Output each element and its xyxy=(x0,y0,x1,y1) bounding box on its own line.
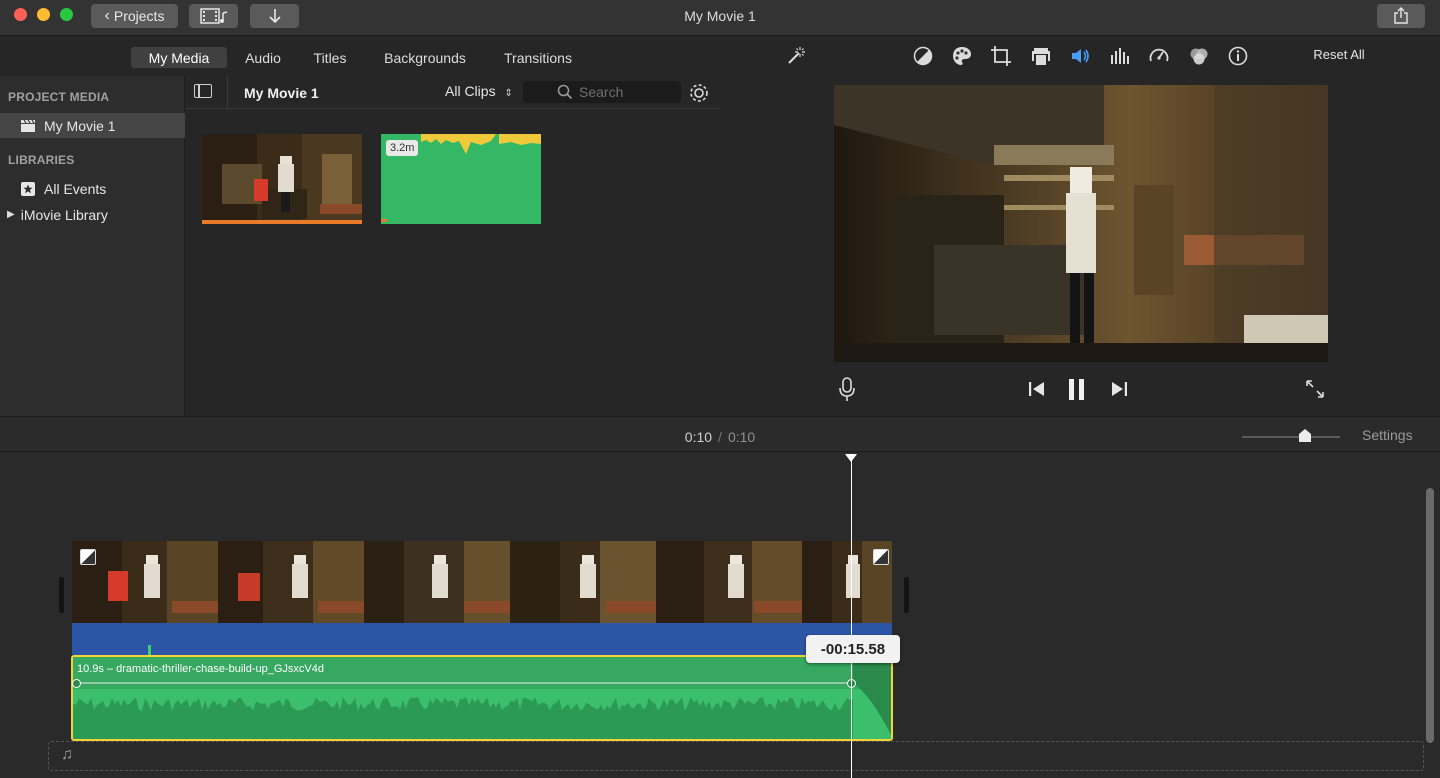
color-balance-icon[interactable] xyxy=(911,44,935,68)
stabilization-icon[interactable] xyxy=(1029,44,1053,68)
tab-transitions[interactable]: Transitions xyxy=(493,47,583,68)
tab-titles[interactable]: Titles xyxy=(304,47,356,68)
timeline-scrollbar[interactable] xyxy=(1426,488,1434,743)
search-icon xyxy=(557,84,573,100)
libraries-header: LIBRARIES xyxy=(8,153,74,167)
gear-icon[interactable] xyxy=(688,82,710,104)
filmstrip-frames xyxy=(72,541,892,623)
zoom-slider-knob[interactable] xyxy=(1298,429,1312,443)
noise-equalizer-icon[interactable] xyxy=(1108,44,1132,68)
clip-usage-bar xyxy=(202,220,362,224)
tab-my-media[interactable]: My Media xyxy=(131,47,227,68)
transition-handle-end[interactable] xyxy=(873,549,889,565)
window-title: My Movie 1 xyxy=(620,8,820,24)
viewer-panel xyxy=(720,76,1440,416)
download-arrow-icon xyxy=(267,7,283,25)
time-separator: / xyxy=(718,429,722,445)
background-music-well[interactable]: ♫ xyxy=(48,741,1424,771)
duration-badge: 3.2m xyxy=(386,140,418,156)
video-clip-thumbnail[interactable] xyxy=(202,134,362,224)
minimize-window-button[interactable] xyxy=(37,8,50,21)
skip-back-icon[interactable] xyxy=(1026,378,1048,400)
search-placeholder: Search xyxy=(579,84,623,100)
zoom-window-button[interactable] xyxy=(60,8,73,21)
toolbar-divider xyxy=(227,76,228,109)
video-clip-audio-band[interactable] xyxy=(72,623,892,655)
clip-usage-mark xyxy=(381,219,387,222)
projects-button-label: Projects xyxy=(114,8,165,24)
close-window-button[interactable] xyxy=(14,8,27,21)
volume-keyframe-start[interactable] xyxy=(72,679,81,688)
timecode-display: 0:10 / 0:10 xyxy=(660,429,780,445)
speed-icon[interactable] xyxy=(1147,44,1171,68)
clip-trim-handle-left[interactable] xyxy=(59,577,64,613)
playhead[interactable] xyxy=(851,456,852,778)
sidebar-item-my-movie[interactable]: My Movie 1 xyxy=(0,113,185,138)
title-bar: ‹ Projects My Movie 1 xyxy=(0,0,1440,36)
zoom-slider[interactable] xyxy=(1242,436,1340,438)
kitchen-preview-image xyxy=(834,85,1328,362)
sidebar-item-imovie-library[interactable]: ▶ iMovie Library xyxy=(0,202,185,227)
audio-clip-thumbnail[interactable]: 3.2m xyxy=(381,134,541,224)
music-note-icon: ♫ xyxy=(61,746,73,764)
audio-clip[interactable]: 10.9s – dramatic-thriller-chase-build-up… xyxy=(71,655,893,741)
all-clips-label: All Clips xyxy=(445,83,496,99)
libraries-sidebar: PROJECT MEDIA My Movie 1 LIBRARIES All E… xyxy=(0,76,185,416)
info-icon[interactable] xyxy=(1226,44,1250,68)
reset-all-button[interactable]: Reset All xyxy=(1300,47,1378,62)
media-browser: My Movie 1 All Clips ⇕ Search xyxy=(186,76,720,416)
search-field[interactable]: Search xyxy=(523,81,681,103)
fullscreen-icon[interactable] xyxy=(1304,378,1326,400)
total-time: 0:10 xyxy=(728,429,755,445)
playhead-marker-icon[interactable] xyxy=(845,454,857,462)
color-correction-icon[interactable] xyxy=(950,44,974,68)
browser-toolbar: My Movie 1 All Clips ⇕ Search xyxy=(186,76,720,109)
pause-icon[interactable] xyxy=(1066,378,1088,400)
film-music-icon xyxy=(199,7,229,25)
skip-forward-icon[interactable] xyxy=(1108,378,1130,400)
share-icon xyxy=(1393,7,1409,25)
import-button[interactable] xyxy=(250,4,299,28)
crop-icon[interactable] xyxy=(989,44,1013,68)
timeline: 10.9s – dramatic-thriller-chase-build-up… xyxy=(0,452,1440,778)
updown-chevron-icon: ⇕ xyxy=(504,88,512,99)
video-clip-filmstrip[interactable] xyxy=(72,541,892,623)
sidebar-item-label: All Events xyxy=(44,181,106,197)
kitchen-scene-image xyxy=(202,134,362,224)
disclosure-triangle-icon[interactable]: ▶ xyxy=(7,209,15,220)
tab-audio[interactable]: Audio xyxy=(238,47,288,68)
share-button[interactable] xyxy=(1377,4,1425,28)
star-icon xyxy=(20,182,36,196)
sidebar-item-label: My Movie 1 xyxy=(44,118,116,134)
projects-button[interactable]: ‹ Projects xyxy=(91,4,178,28)
magic-wand-icon[interactable] xyxy=(784,44,808,68)
clip-trim-handle-right[interactable] xyxy=(904,577,909,613)
audio-clip-label: 10.9s – dramatic-thriller-chase-build-up… xyxy=(77,663,324,675)
all-clips-dropdown[interactable]: All Clips ⇕ xyxy=(445,83,513,99)
playhead-time-tooltip: -00:15.58 xyxy=(806,635,900,663)
sidebar-item-label: iMovie Library xyxy=(21,207,108,223)
project-media-header: PROJECT MEDIA xyxy=(8,90,109,104)
timeline-header: 0:10 / 0:10 Settings xyxy=(0,416,1440,452)
media-tabs-bar: My Media Audio Titles Backgrounds Transi… xyxy=(0,36,1440,76)
volume-icon[interactable] xyxy=(1068,44,1092,68)
tab-backgrounds[interactable]: Backgrounds xyxy=(373,47,477,68)
transition-handle-start[interactable] xyxy=(80,549,96,565)
clip-filter-icon[interactable] xyxy=(1187,44,1211,68)
current-time: 0:10 xyxy=(685,429,712,445)
browser-title: My Movie 1 xyxy=(244,85,319,101)
sidebar-toggle-icon[interactable] xyxy=(194,84,212,98)
timeline-settings-button[interactable]: Settings xyxy=(1362,427,1413,443)
media-library-button[interactable] xyxy=(189,4,238,28)
sidebar-item-all-events[interactable]: All Events xyxy=(0,176,185,201)
microphone-icon[interactable] xyxy=(838,376,856,402)
clapperboard-icon xyxy=(20,119,36,133)
chevron-left-icon: ‹ xyxy=(105,7,110,25)
video-preview[interactable] xyxy=(834,85,1328,362)
